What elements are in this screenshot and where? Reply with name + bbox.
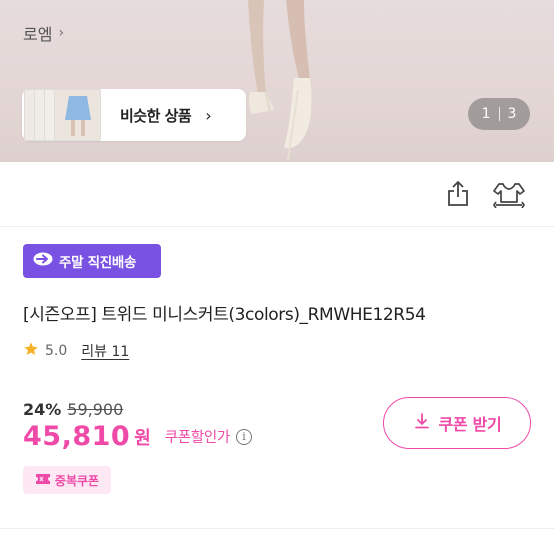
product-photo	[248, 0, 312, 161]
brand-name: 로엠	[23, 25, 53, 44]
discount-rate: 24%	[23, 400, 62, 419]
thumbnail-main	[54, 89, 101, 141]
section-divider	[0, 528, 554, 529]
product-image-carousel[interactable]: 비슷한 상품 › 1 3	[0, 0, 554, 162]
download-icon	[413, 412, 431, 434]
rating-score: 5.0	[45, 343, 68, 359]
pager-separator	[498, 107, 500, 121]
review-link[interactable]: 리뷰 11	[81, 341, 129, 361]
similar-thumbnails	[24, 89, 104, 141]
price-row: 45,810 원 쿠폰할인가 i	[23, 421, 252, 452]
closet-icon[interactable]	[492, 180, 526, 212]
chevron-right-icon: ›	[205, 105, 212, 125]
pager-current: 1	[481, 106, 491, 122]
share-icon[interactable]	[446, 180, 470, 212]
brand-link[interactable]: 로엠 ›	[23, 21, 64, 45]
section-divider	[0, 226, 554, 227]
duplicate-coupon-badge: 중복쿠폰	[23, 466, 111, 494]
coupon-icon	[35, 473, 51, 488]
pager-total: 3	[507, 106, 517, 122]
currency: 원	[134, 427, 151, 449]
star-icon	[23, 341, 39, 361]
get-coupon-button[interactable]: 쿠폰 받기	[383, 397, 531, 449]
duplicate-coupon-label: 중복쿠폰	[54, 473, 100, 488]
image-pager: 1 3	[468, 98, 530, 130]
get-coupon-label: 쿠폰 받기	[438, 415, 502, 434]
similar-products-label: 비슷한 상품	[120, 106, 192, 125]
badge-label: 주말 직진배송	[59, 255, 137, 271]
similar-products-button[interactable]: 비슷한 상품 ›	[22, 89, 246, 141]
product-title: [시즌오프] 트위드 미니스커트(3colors)_RMWHE12R54	[23, 305, 426, 325]
coupon-price-note: 쿠폰할인가	[164, 430, 231, 446]
discount-row: 24% 59,900	[23, 400, 123, 419]
delivery-arrow-icon	[33, 252, 53, 270]
sale-price: 45,810	[23, 421, 131, 452]
original-price: 59,900	[67, 400, 124, 419]
weekend-direct-delivery-badge: 주말 직진배송	[23, 244, 161, 278]
info-icon[interactable]: i	[235, 428, 252, 445]
rating-row: 5.0 리뷰 11	[23, 341, 129, 361]
chevron-right-icon: ›	[58, 25, 65, 41]
